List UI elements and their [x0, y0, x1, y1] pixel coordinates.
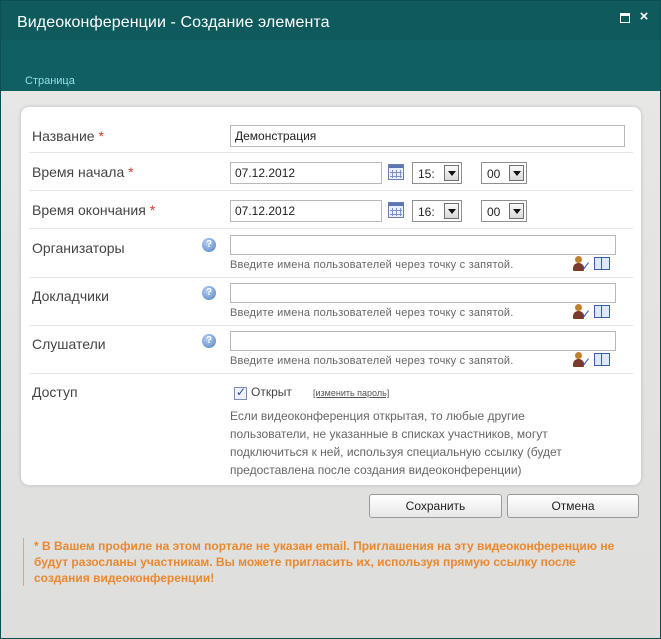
- calendar-icon[interactable]: [388, 202, 404, 218]
- start-time-label: Время начала *: [32, 164, 134, 180]
- help-icon[interactable]: ?: [202, 238, 216, 252]
- maximize-icon[interactable]: [620, 13, 630, 23]
- tab-page[interactable]: Страница: [25, 75, 75, 87]
- divider: [29, 228, 633, 229]
- end-time-label: Время окончания *: [32, 202, 156, 218]
- content-area: Название * Время начала * 15: 00 Время о…: [1, 91, 660, 638]
- start-hour-select[interactable]: 15:: [412, 162, 462, 184]
- divider: [29, 190, 633, 191]
- access-label: Доступ: [32, 384, 78, 400]
- name-label: Название *: [32, 128, 104, 144]
- listeners-input[interactable]: [230, 331, 616, 351]
- cancel-button[interactable]: Отмена: [507, 494, 639, 518]
- organizers-hint: Введите имена пользователей через точку …: [230, 259, 514, 271]
- listeners-label: Слушатели: [32, 336, 106, 352]
- divider: [29, 152, 633, 153]
- help-icon[interactable]: ?: [202, 286, 216, 300]
- name-input[interactable]: [230, 125, 625, 147]
- email-warning: * В Вашем профиле на этом портале не ука…: [23, 538, 633, 586]
- start-date-input[interactable]: [230, 162, 382, 184]
- speakers-hint: Введите имена пользователей через точку …: [230, 307, 514, 319]
- speakers-input[interactable]: [230, 283, 616, 303]
- organizers-label: Организаторы: [32, 240, 125, 256]
- address-book-icon[interactable]: [594, 353, 610, 366]
- chevron-down-icon: [509, 203, 524, 219]
- dialog-title: Видеоконференции - Создание элемента: [17, 14, 330, 31]
- divider: [29, 373, 633, 374]
- save-button[interactable]: Сохранить: [369, 494, 502, 518]
- speakers-label: Докладчики: [32, 288, 109, 304]
- divider: [29, 277, 633, 278]
- check-names-icon[interactable]: ✓: [573, 304, 591, 320]
- check-names-icon[interactable]: ✓: [573, 256, 591, 272]
- chevron-down-icon: [444, 165, 459, 181]
- end-date-input[interactable]: [230, 200, 382, 222]
- address-book-icon[interactable]: [594, 257, 610, 270]
- organizers-input[interactable]: [230, 235, 616, 255]
- form-card: Название * Время начала * 15: 00 Время о…: [21, 107, 641, 485]
- divider: [29, 325, 633, 326]
- title-bar: Видеоконференции - Создание элемента ×: [1, 1, 660, 40]
- open-access-checkbox[interactable]: [234, 385, 247, 400]
- change-password-link[interactable]: [изменить пароль]: [313, 388, 389, 398]
- end-hour-select[interactable]: 16:: [412, 200, 462, 222]
- listeners-hint: Введите имена пользователей через точку …: [230, 355, 514, 367]
- check-names-icon[interactable]: ✓: [573, 352, 591, 368]
- dialog-window: Видеоконференции - Создание элемента × С…: [0, 0, 661, 639]
- address-book-icon[interactable]: [594, 305, 610, 318]
- start-minute-select[interactable]: 00: [481, 162, 527, 184]
- end-minute-select[interactable]: 00: [481, 200, 527, 222]
- chevron-down-icon: [444, 203, 459, 219]
- chevron-down-icon: [509, 165, 524, 181]
- close-icon[interactable]: ×: [637, 9, 651, 24]
- help-icon[interactable]: ?: [202, 334, 216, 348]
- ribbon: Страница: [1, 40, 660, 91]
- calendar-icon[interactable]: [388, 164, 404, 180]
- open-access-label[interactable]: Открыт: [251, 385, 292, 399]
- access-description: Если видеоконференция открытая, то любые…: [230, 409, 562, 477]
